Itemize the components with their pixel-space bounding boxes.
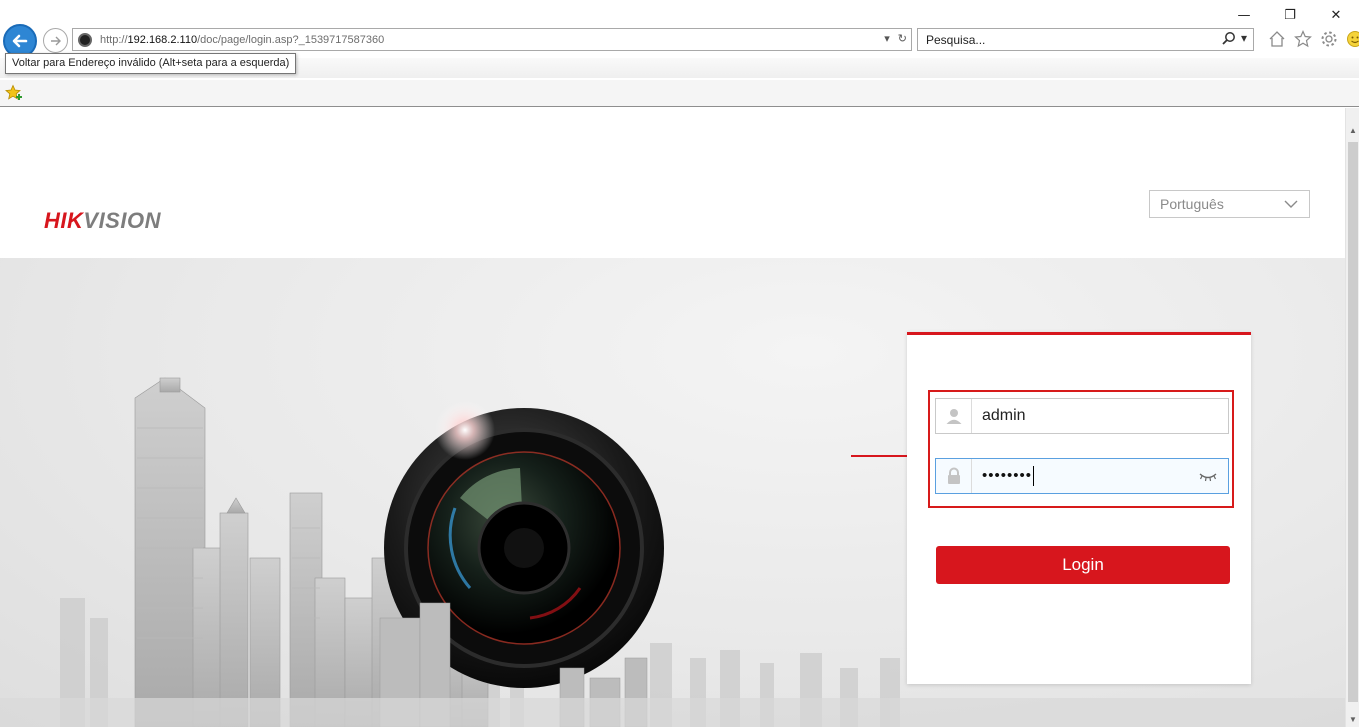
browser-chrome: — ❐ ✕ http://192.168.2.110/doc/page/logi… <box>0 0 1359 108</box>
settings-gear-icon[interactable] <box>1319 29 1339 49</box>
scroll-down-arrow-icon[interactable]: ▼ <box>1346 711 1359 727</box>
password-field[interactable]: •••••••• <box>935 458 1229 494</box>
window-controls: — ❐ ✕ <box>1221 4 1359 26</box>
forward-button[interactable] <box>43 28 68 53</box>
language-selected-value: Português <box>1160 196 1224 212</box>
user-icon <box>936 399 972 433</box>
scrollbar-thumb[interactable] <box>1348 142 1358 702</box>
back-button-tooltip: Voltar para Endereço inválido (Alt+seta … <box>5 53 297 74</box>
show-password-eye-icon[interactable] <box>1198 469 1218 483</box>
hikvision-logo: HIKVISION <box>44 208 161 233</box>
restore-button[interactable]: ❐ <box>1267 4 1313 26</box>
browser-toolbar-icons <box>1267 29 1359 49</box>
address-url[interactable]: http://192.168.2.110/doc/page/login.asp?… <box>100 34 384 46</box>
refresh-icon[interactable]: ↻ <box>898 32 907 45</box>
favorites-star-icon[interactable] <box>1293 29 1313 49</box>
vertical-scrollbar[interactable]: ▲ ▼ <box>1345 108 1359 727</box>
address-bar[interactable]: http://192.168.2.110/doc/page/login.asp?… <box>72 28 912 51</box>
home-icon[interactable] <box>1267 29 1287 49</box>
site-favicon-icon <box>78 32 92 47</box>
username-field[interactable]: admin <box>935 398 1229 434</box>
lock-icon <box>936 459 972 493</box>
minimize-button[interactable]: — <box>1221 4 1267 26</box>
search-icon[interactable] <box>1221 31 1237 47</box>
forward-arrow-icon <box>50 36 61 45</box>
login-button[interactable]: Login <box>936 546 1230 584</box>
chevron-down-icon <box>1284 200 1298 208</box>
scroll-up-arrow-icon[interactable]: ▲ <box>1346 122 1359 138</box>
password-value: •••••••• <box>982 466 1035 486</box>
smiley-feedback-icon[interactable] <box>1345 29 1359 49</box>
search-tools: ▾ <box>1221 31 1247 47</box>
search-dropdown-icon[interactable]: ▾ <box>1241 31 1247 47</box>
favorites-bar <box>0 80 1359 107</box>
search-bar[interactable]: Pesquisa... ▾ <box>917 28 1254 51</box>
close-button[interactable]: ✕ <box>1313 4 1359 26</box>
dropdown-caret-icon[interactable]: ▾ <box>884 32 890 45</box>
search-input[interactable]: Pesquisa... <box>926 33 985 47</box>
login-panel: admin •••••••• Login <box>907 332 1251 684</box>
username-value: admin <box>982 407 1026 424</box>
login-page: HIKVISION Português admin •••••••• Login <box>0 108 1345 727</box>
address-tools: ▾ ↻ <box>884 32 907 45</box>
add-favorite-icon[interactable] <box>5 84 23 102</box>
back-arrow-icon <box>12 34 28 48</box>
language-select[interactable]: Português <box>1149 190 1310 218</box>
